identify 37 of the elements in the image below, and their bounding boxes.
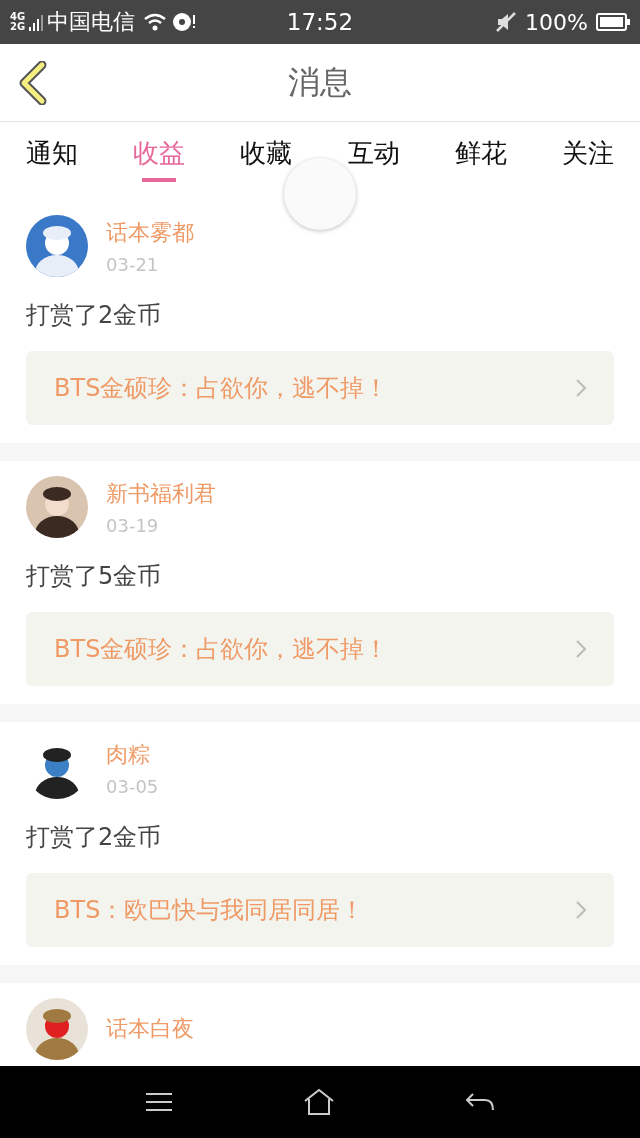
message-text: 打赏了2金币 bbox=[26, 300, 163, 331]
back-icon[interactable] bbox=[18, 61, 48, 105]
user-name[interactable]: 话本白夜 bbox=[106, 1014, 194, 1044]
wifi-icon bbox=[143, 13, 168, 31]
book-link[interactable]: BTS金硕珍：占欲你，逃不掉！ bbox=[26, 351, 614, 425]
signal-icon bbox=[29, 13, 44, 31]
chevron-icon bbox=[576, 901, 586, 919]
message-text: 打赏了2金币 bbox=[26, 822, 163, 853]
message-date: 03-05 bbox=[106, 775, 159, 797]
menu-icon[interactable] bbox=[145, 1092, 174, 1112]
chevron-icon bbox=[576, 379, 586, 397]
user-name[interactable]: 话本雾都 bbox=[106, 217, 194, 248]
page-title: 消息 bbox=[288, 61, 352, 103]
tab[interactable]: 通知 bbox=[26, 140, 78, 166]
tab-underline bbox=[142, 178, 177, 182]
book-link[interactable]: BTS：欧巴快与我同居同居！ bbox=[26, 873, 614, 947]
tab[interactable]: 收藏 bbox=[240, 140, 293, 166]
carrier-name: 中国电信 bbox=[47, 8, 136, 36]
message-text: 打赏了5金币 bbox=[26, 561, 163, 592]
disc-icon bbox=[171, 11, 198, 33]
clock-time: 17:52 bbox=[285, 9, 355, 35]
network-label: 4G bbox=[10, 12, 26, 22]
tab[interactable]: 鲜花 bbox=[454, 140, 507, 166]
chevron-icon bbox=[576, 640, 586, 658]
network-label: 2G bbox=[10, 22, 26, 32]
user-name[interactable]: 新书福利君 bbox=[106, 478, 216, 509]
message-date: 03-21 bbox=[106, 253, 160, 275]
tab[interactable]: 互动 bbox=[347, 140, 400, 166]
mute-icon bbox=[495, 11, 518, 33]
battery-icon bbox=[596, 13, 630, 31]
message-date: 03-19 bbox=[106, 514, 160, 536]
user-name[interactable]: 肉粽 bbox=[106, 739, 159, 770]
tab[interactable]: 收益 bbox=[133, 140, 186, 166]
home-icon[interactable] bbox=[304, 1089, 334, 1115]
book-link[interactable]: BTS金硕珍：占欲你，逃不掉！ bbox=[26, 612, 614, 686]
battery-percent: 100% bbox=[525, 9, 588, 35]
tab[interactable]: 关注 bbox=[561, 140, 614, 166]
